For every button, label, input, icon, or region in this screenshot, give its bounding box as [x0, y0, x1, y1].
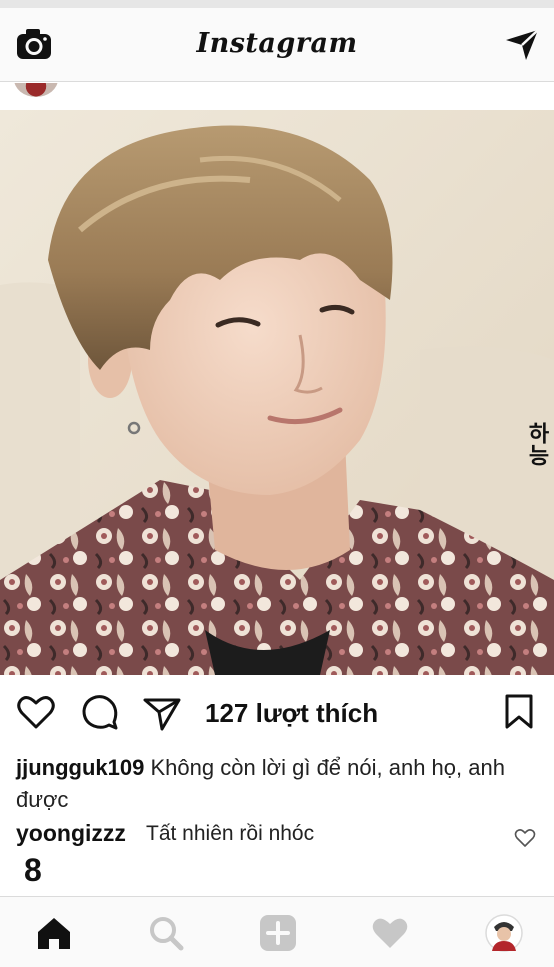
post-header-partial [0, 83, 554, 110]
status-strip [0, 0, 554, 8]
top-bar: Instagram [0, 8, 554, 82]
photo-watermark: 하능 [524, 422, 549, 466]
likes-count[interactable]: 127 lượt thích [205, 698, 378, 729]
post-caption: jjungguk109 Không còn lời gì để nói, anh… [16, 752, 536, 816]
comment-icon[interactable] [80, 692, 120, 732]
direct-send-icon[interactable] [502, 26, 542, 62]
home-icon[interactable] [34, 913, 74, 953]
comment-index-label: 8 [24, 852, 42, 888]
comment-row: yoongizzz Tất nhiên rồi nhóc [16, 818, 516, 852]
activity-heart-icon[interactable] [370, 913, 410, 953]
comment-like-icon[interactable] [514, 828, 536, 848]
add-icon[interactable] [258, 913, 298, 953]
comment-username[interactable]: yoongizzz [16, 820, 126, 847]
bottom-nav [0, 896, 554, 967]
app-logo: Instagram [196, 28, 358, 59]
heart-icon[interactable] [16, 692, 56, 732]
comment-text: Tất nhiên rồi nhóc [146, 822, 315, 845]
avatar[interactable] [14, 83, 58, 97]
profile-avatar[interactable] [484, 913, 524, 953]
share-icon[interactable] [142, 692, 182, 732]
bookmark-icon[interactable] [500, 692, 540, 732]
search-icon[interactable] [146, 913, 186, 953]
post-photo[interactable]: 하능 [0, 110, 554, 675]
caption-username[interactable]: jjungguk109 [16, 755, 144, 780]
post-actions: 127 lượt thích [0, 680, 554, 742]
